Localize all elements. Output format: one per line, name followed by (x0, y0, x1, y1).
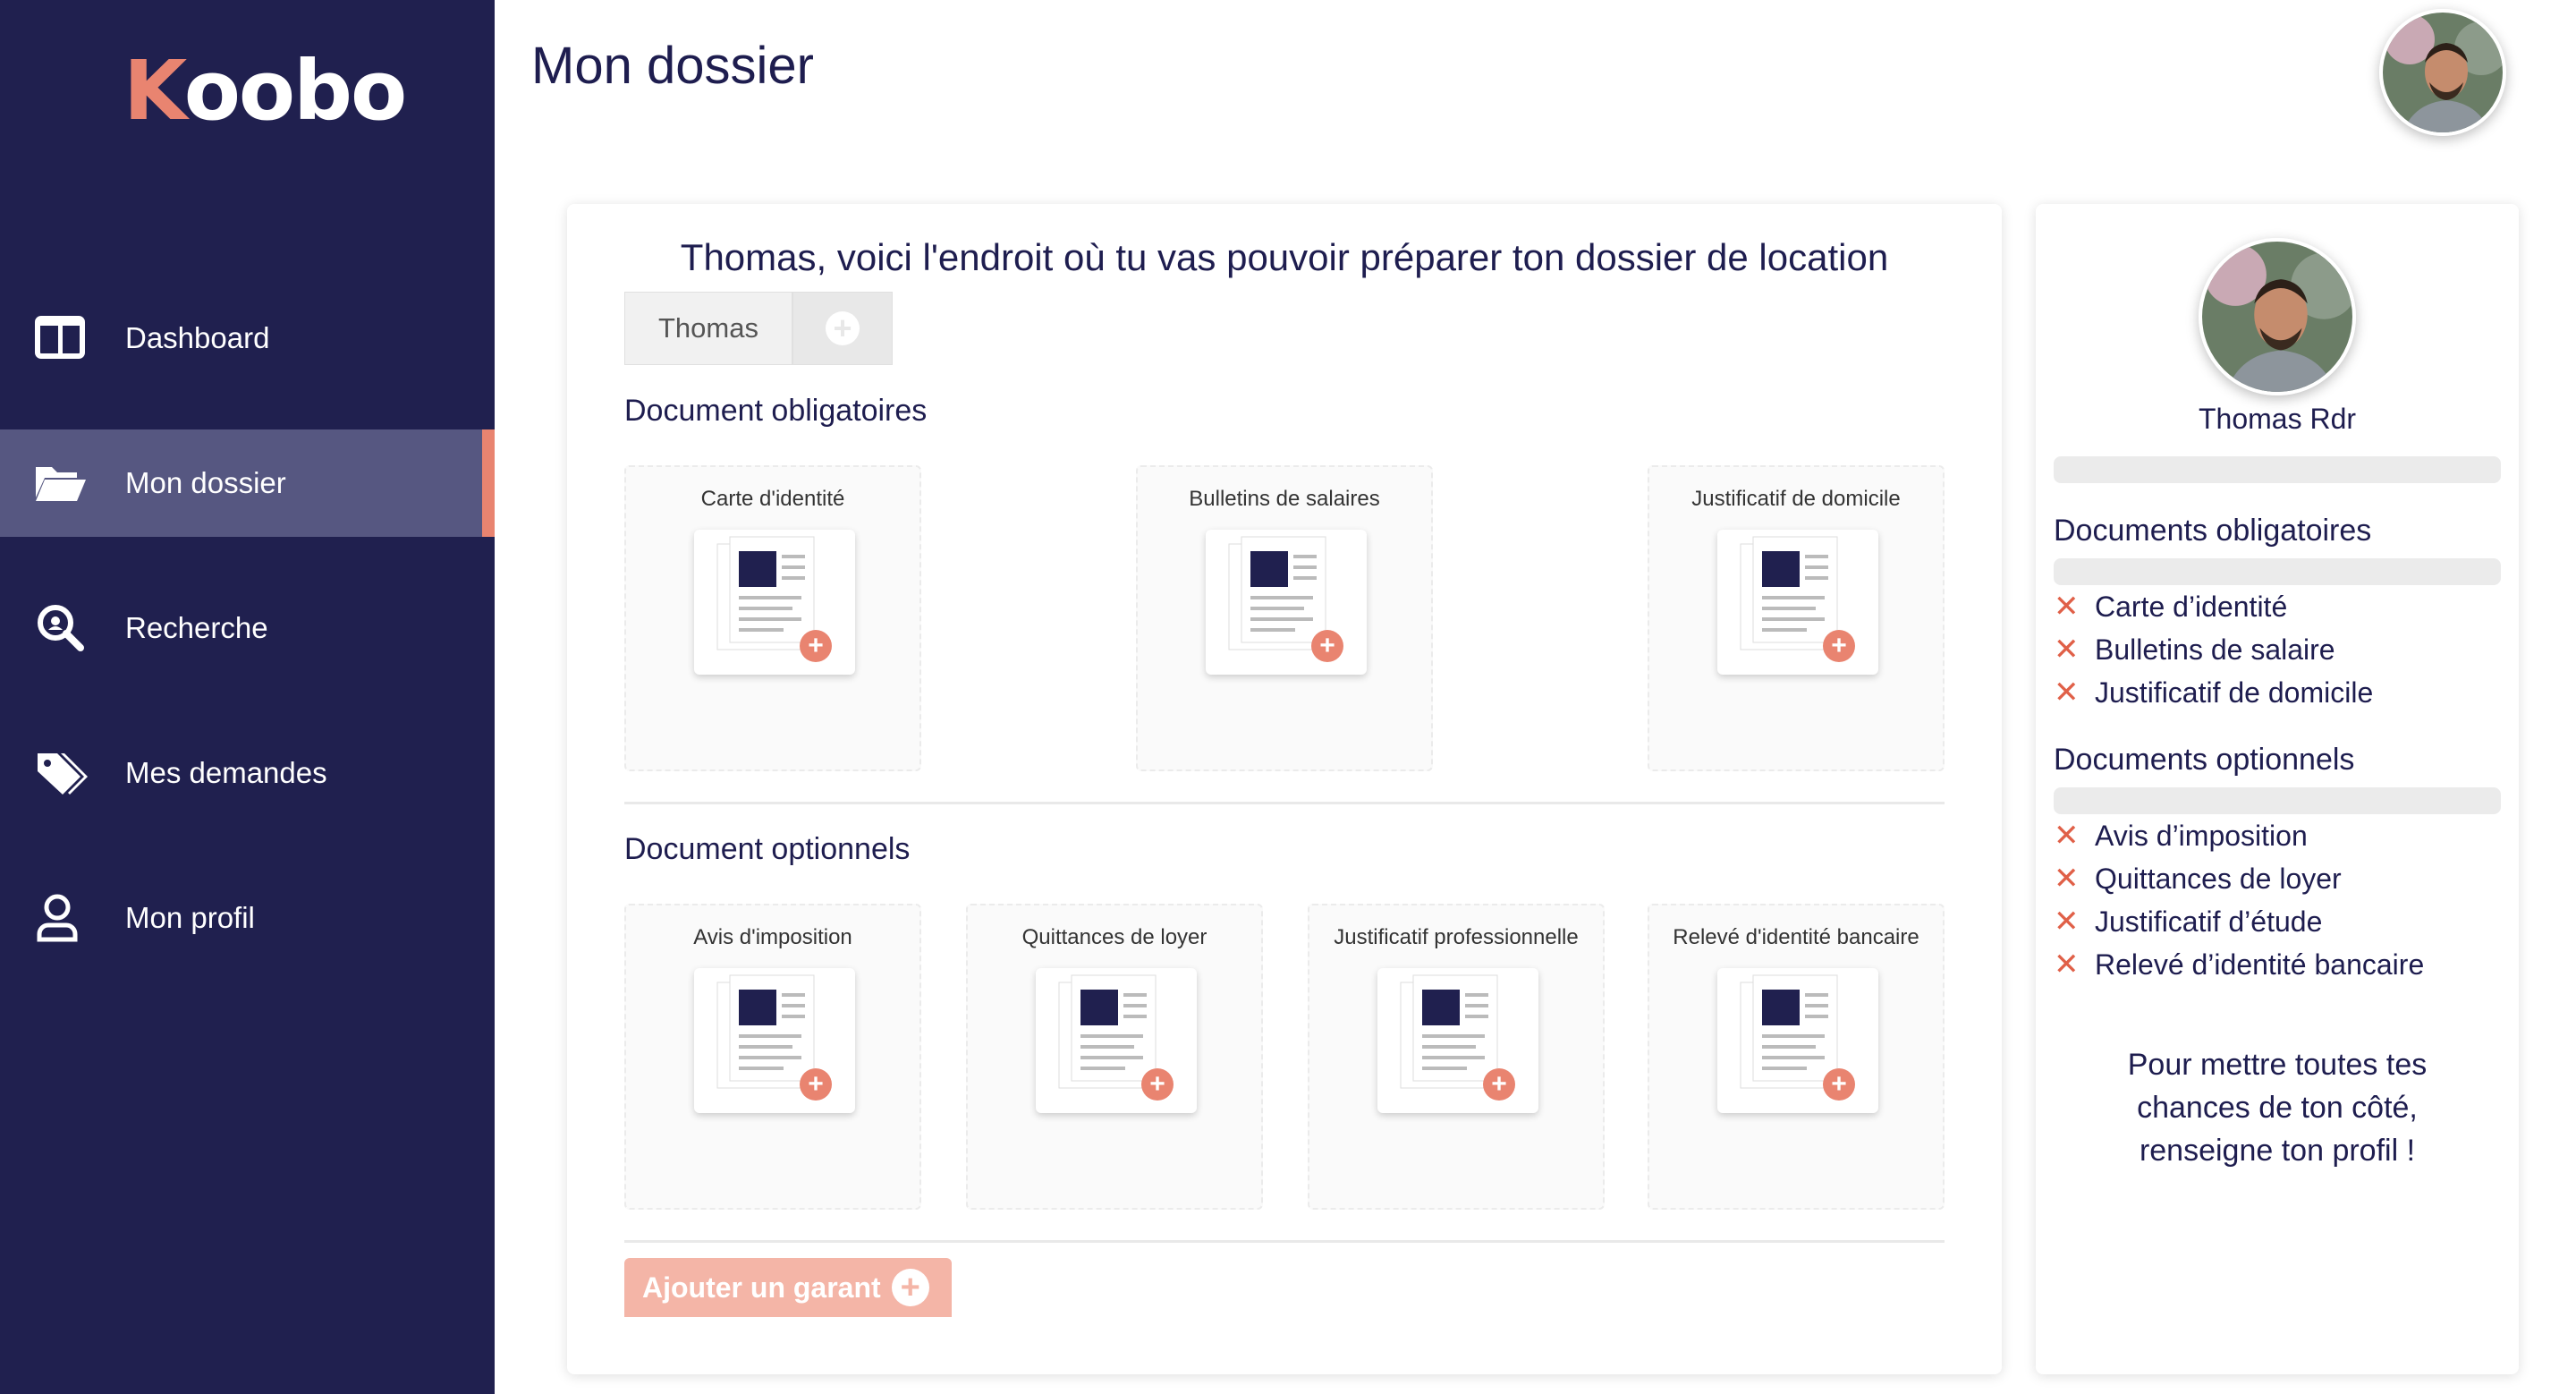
sidebar-item-label: Mon profil (125, 901, 255, 934)
add-icon: + (1823, 630, 1855, 662)
dashboard-icon (35, 316, 85, 359)
upload-quittances-loyer[interactable]: Quittances de loyer + (966, 904, 1263, 1210)
tags-icon (38, 753, 88, 795)
profile-avatar[interactable] (2199, 238, 2356, 395)
upload-justificatif-domicile[interactable]: Justificatif de domicile + (1648, 465, 1945, 771)
search-icon (38, 605, 84, 651)
profile-name: Thomas Rdr (2198, 403, 2357, 435)
checklist-item: ✕ Carte d’identité (2054, 590, 2288, 624)
upload-releve-identite-bancaire[interactable]: Relevé d'identité bancaire + (1648, 904, 1945, 1210)
document-icon: + (694, 530, 855, 675)
missing-icon: ✕ (2054, 948, 2080, 982)
checklist-item: ✕ Quittances de loyer (2054, 862, 2342, 896)
sidebar-item-recherche[interactable]: Recherche (0, 574, 495, 682)
document-icon: + (1377, 968, 1538, 1113)
document-icon: + (694, 968, 855, 1113)
sidebar-item-label: Dashboard (125, 321, 270, 354)
profile-summary-card: Thomas Rdr Documents obligatoires ✕ Carte… (2036, 204, 2519, 1374)
checklist-item: ✕ Avis d’imposition (2054, 819, 2308, 853)
add-icon: + (1311, 630, 1343, 662)
page-title: Mon dossier (531, 37, 814, 95)
tenant-tabs: Thomas + (624, 292, 893, 365)
sidebar: Koobo Dashboard Mon dossier Recherche Me… (0, 0, 495, 1394)
add-icon: + (1141, 1068, 1174, 1101)
section-divider (624, 1240, 1945, 1243)
optional-section-title: Document optionnels (624, 832, 911, 866)
sidebar-item-mes-demandes[interactable]: Mes demandes (0, 719, 495, 827)
doc-label: Carte d'identité (700, 487, 845, 511)
app-root: Koobo Dashboard Mon dossier Recherche Me… (0, 0, 2576, 1394)
mandatory-section-title: Document obligatoires (624, 394, 928, 428)
add-tenant-tab[interactable]: + (792, 292, 893, 365)
add-icon: + (1823, 1068, 1855, 1101)
avatar-photo (2202, 242, 2352, 392)
add-guarantor-button[interactable]: Ajouter un garant + (624, 1258, 952, 1317)
progress-bar (2054, 456, 2501, 483)
checklist-item: ✕ Justificatif d’étude (2054, 905, 2323, 939)
upload-avis-imposition[interactable]: Avis d'imposition + (624, 904, 921, 1210)
missing-icon: ✕ (2054, 905, 2080, 939)
folder-open-icon (36, 467, 86, 501)
user-avatar[interactable] (2379, 9, 2506, 136)
missing-icon: ✕ (2054, 819, 2080, 853)
doc-label: Relevé d'identité bancaire (1673, 925, 1919, 949)
profile-optional-title: Documents optionnels (2054, 743, 2355, 777)
avatar-photo (2383, 13, 2503, 132)
section-divider (624, 802, 1945, 804)
dossier-card: Thomas, voici l'endroit où tu vas pouvoi… (567, 204, 2002, 1374)
add-icon: + (800, 630, 832, 662)
sidebar-item-label: Recherche (125, 611, 268, 644)
welcome-message: Thomas, voici l'endroit où tu vas pouvoi… (680, 236, 1889, 278)
profile-cta: Pour mettre toutes tes chances de ton cô… (2127, 1048, 2428, 1168)
add-guarantor-label: Ajouter un garant (642, 1271, 881, 1304)
sidebar-item-label: Mon dossier (125, 466, 286, 499)
upload-carte-identite[interactable]: Carte d'identité + (624, 465, 921, 771)
plus-circle-icon: + (826, 311, 860, 345)
upload-justificatif-professionnel[interactable]: Justificatif professionnelle + (1308, 904, 1605, 1210)
sidebar-item-mon-profil[interactable]: Mon profil (0, 864, 495, 972)
doc-label: Avis d'imposition (693, 925, 852, 949)
missing-icon: ✕ (2054, 633, 2080, 667)
doc-label: Justificatif professionnelle (1334, 925, 1579, 949)
profile-mandatory-title: Documents obligatoires (2054, 514, 2372, 548)
tab-thomas[interactable]: Thomas (624, 292, 792, 365)
upload-bulletins-salaires[interactable]: Bulletins de salaires + (1136, 465, 1433, 771)
add-icon: + (800, 1068, 832, 1101)
missing-icon: ✕ (2054, 590, 2080, 624)
checklist-item: ✕ Relevé d’identité bancaire (2054, 948, 2425, 982)
doc-label: Bulletins de salaires (1189, 487, 1380, 511)
progress-bar (2054, 558, 2501, 585)
sidebar-item-label: Mes demandes (125, 756, 327, 789)
sidebar-item-mon-dossier[interactable]: Mon dossier (0, 429, 495, 537)
doc-label: Quittances de loyer (1021, 925, 1208, 949)
add-icon: + (1483, 1068, 1515, 1101)
document-icon: + (1717, 530, 1878, 675)
checklist-item: ✕ Bulletins de salaire (2054, 633, 2335, 667)
sidebar-item-dashboard[interactable]: Dashboard (0, 285, 495, 392)
missing-icon: ✕ (2054, 862, 2080, 896)
progress-bar (2054, 787, 2501, 814)
document-icon: + (1717, 968, 1878, 1113)
checklist-item: ✕ Justificatif de domicile (2054, 676, 2374, 710)
document-icon: + (1036, 968, 1197, 1113)
user-icon (37, 894, 78, 942)
missing-icon: ✕ (2054, 676, 2080, 710)
plus-circle-icon: + (891, 1269, 929, 1306)
document-icon: + (1206, 530, 1367, 675)
doc-label: Justificatif de domicile (1691, 487, 1901, 511)
logo[interactable]: Koobo (123, 43, 407, 139)
